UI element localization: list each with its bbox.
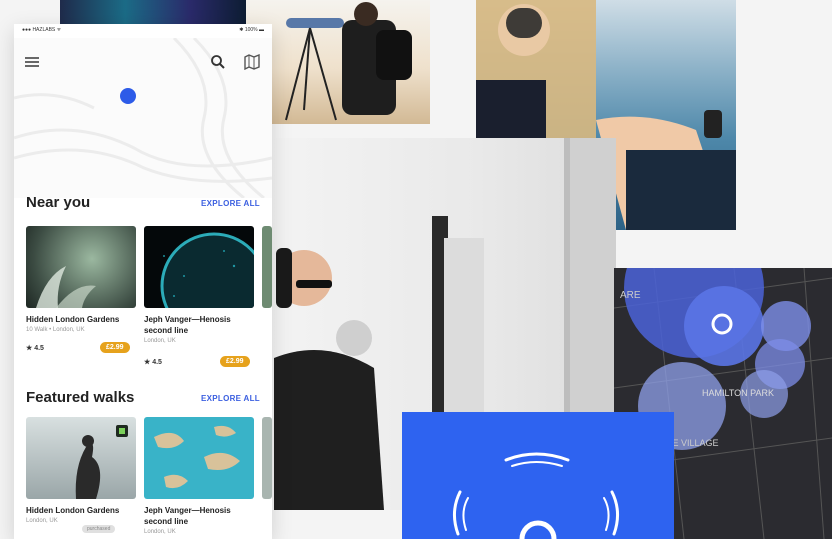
card-rating: ★ 4.5 [144, 359, 162, 366]
map-district-label: HAMILTON PARK [702, 388, 774, 398]
card-rating: ★ 4.5 [26, 345, 44, 352]
featured-walk-card[interactable]: Jeph Vanger—Henosis second line London, … [144, 417, 254, 535]
abstract-photo-strip [60, 0, 246, 24]
card-thumbnail [144, 417, 254, 499]
map-hero [14, 38, 272, 198]
featured-walks-title: Featured walks [26, 389, 135, 406]
near-you-title: Near you [26, 194, 91, 211]
card-thumbnail [144, 226, 254, 308]
carrier-label: ●●● HAZLABS ᯤ [22, 27, 62, 33]
card-subtitle: London, UK [26, 518, 58, 524]
card-title: Hidden London Gardens [26, 506, 120, 515]
card-thumbnail [26, 417, 136, 499]
card-thumbnail [262, 226, 272, 308]
near-you-card[interactable]: Hidden London Gardens 10 Walk • London, … [26, 226, 136, 353]
status-bar: ●●● HAZLABS ᯤ ✱ 100% ▬ [14, 24, 272, 38]
featured-walks-explore-all-link[interactable]: EXPLORE ALL [201, 394, 260, 403]
card-subtitle: 10 Walk • London, UK [26, 327, 85, 333]
card-title: Hidden London Gardens [26, 315, 120, 324]
card-price-badge: £2.99 [220, 356, 250, 367]
near-you-explore-all-link[interactable]: EXPLORE ALL [201, 199, 260, 208]
card-subtitle: London, UK [144, 338, 176, 344]
battery-indicator: ✱ 100% ▬ [239, 27, 264, 33]
hamburger-icon[interactable] [24, 54, 40, 70]
card-subtitle: London, UK [144, 529, 176, 535]
map-icon[interactable] [244, 53, 260, 71]
purchased-badge: purchased [82, 525, 116, 533]
card-title: Jeph Vanger—Henosis second line [144, 315, 231, 335]
near-you-card[interactable]: Jeph Vanger—Henosis second line London, … [144, 226, 254, 367]
featured-walk-card[interactable]: Hidden London Gardens London, UK purchas… [26, 417, 136, 533]
phone-app-screen: ●●● HAZLABS ᯤ ✱ 100% ▬ Near you EXPLORE … [14, 24, 272, 539]
search-icon[interactable] [210, 54, 226, 70]
card-title: Jeph Vanger—Henosis second line [144, 506, 231, 526]
location-dot-icon[interactable] [120, 88, 136, 104]
spatial-audio-card [402, 412, 674, 539]
card-thumbnail [26, 226, 136, 308]
near-you-card-peek[interactable] [262, 226, 272, 308]
sound-recordist-photo [246, 0, 430, 124]
card-price-badge: £2.99 [100, 342, 130, 353]
map-area-label: ARE [620, 290, 641, 301]
featured-walk-card-peek[interactable] [262, 417, 272, 499]
collage: ARE HAMILTON PARK NE VILLAGE ●●● HAZLABS… [0, 0, 832, 539]
card-thumbnail [262, 417, 272, 499]
